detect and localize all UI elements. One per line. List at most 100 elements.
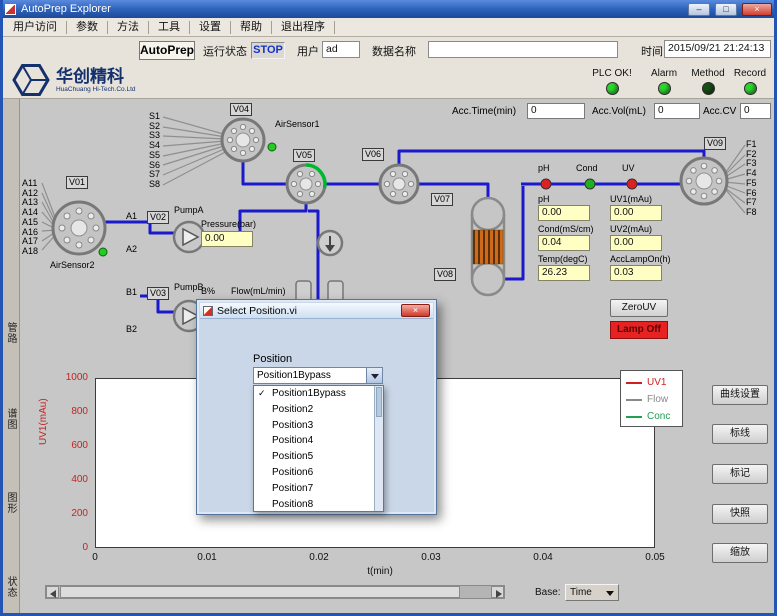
title-bar[interactable]: AutoPrep Explorer – □ × xyxy=(0,0,777,18)
y-tick: 600 xyxy=(52,440,88,451)
x-axis-label: t(min) xyxy=(340,566,420,577)
b-percent-label: B% xyxy=(201,286,215,296)
legend-uv1-label: UV1 xyxy=(647,377,666,388)
lamp-off-button[interactable]: Lamp Off xyxy=(610,321,668,339)
curve-settings-button[interactable]: 曲线设置 xyxy=(712,385,768,405)
method-indicator-label: Method xyxy=(691,68,724,79)
position-dropdown[interactable]: Position1Bypass xyxy=(253,367,383,384)
list-scrollbar-thumb[interactable] xyxy=(376,387,382,417)
mixer-body xyxy=(318,231,342,255)
y-tick: 800 xyxy=(52,406,88,417)
y-tick: 1000 xyxy=(52,372,88,383)
side-tab-chromatogram[interactable]: 谱图 xyxy=(3,408,18,430)
menu-item-method[interactable]: 方法 xyxy=(108,21,149,34)
user-field[interactable]: ad xyxy=(322,41,360,58)
valve-v04-body[interactable] xyxy=(222,119,264,161)
valve-v04-label[interactable]: V04 xyxy=(230,103,252,116)
option-position6[interactable]: Position6 xyxy=(254,465,383,481)
port-list-f: F1 F2 F3 F4 F5 F6 F7 F8 xyxy=(746,140,757,218)
x-tick: 0.04 xyxy=(523,552,563,563)
pump-a-body[interactable] xyxy=(174,222,204,252)
scroll-right-icon[interactable] xyxy=(491,586,504,598)
cond-reading-field: 0.04 xyxy=(538,235,590,251)
ph-marker-label: pH xyxy=(538,163,550,173)
plc-indicator-label: PLC OK! xyxy=(592,68,631,79)
scroll-left-icon[interactable] xyxy=(46,586,59,598)
list-scrollbar[interactable] xyxy=(374,386,383,511)
cond-sensor-dot xyxy=(585,179,595,189)
side-tab-pipeline[interactable]: 管路 xyxy=(3,322,18,344)
base-dropdown[interactable]: Time xyxy=(565,584,619,601)
valve-v09-label[interactable]: V09 xyxy=(704,137,726,150)
option-position3[interactable]: Position3 xyxy=(254,418,383,434)
mark-button[interactable]: 标记 xyxy=(712,464,768,484)
horizontal-scrollbar[interactable] xyxy=(45,585,505,599)
option-position1bypass[interactable]: ✓ Position1Bypass xyxy=(254,386,383,402)
valve-v03-label[interactable]: V03 xyxy=(147,287,169,300)
valve-v09-body[interactable] xyxy=(681,158,727,204)
dialog-title-bar[interactable]: Select Position.vi × xyxy=(200,303,433,319)
option-position7[interactable]: Position7 xyxy=(254,481,383,497)
menu-item-help[interactable]: 帮助 xyxy=(231,21,272,34)
ph-sensor-dot xyxy=(541,179,551,189)
valve-v05-body[interactable] xyxy=(287,165,325,203)
ph-reading-label: pH xyxy=(538,194,550,204)
valve-v05-label[interactable]: V05 xyxy=(293,149,315,162)
brand-name-en: HuaChuang Hi-Tech.Co.Ltd xyxy=(56,86,136,93)
valve-v08-label[interactable]: V08 xyxy=(434,268,456,281)
menu-item-settings[interactable]: 设置 xyxy=(190,21,231,34)
valve-v01-body[interactable] xyxy=(53,202,105,254)
menu-item-exit[interactable]: 退出程序 xyxy=(272,21,335,34)
pressure-field: 0.00 xyxy=(201,231,253,247)
valve-v06-body[interactable] xyxy=(380,165,418,203)
snapshot-button[interactable]: 快照 xyxy=(712,504,768,524)
legend-conc-label: Conc xyxy=(647,411,670,422)
uv2-reading-label: UV2(mAu) xyxy=(610,224,652,234)
dropdown-arrow-icon[interactable] xyxy=(366,368,382,383)
position-dropdown-value: Position1Bypass xyxy=(257,370,331,381)
valve-v01-label[interactable]: V01 xyxy=(66,176,88,189)
menu-item-user-access[interactable]: 用户访问 xyxy=(4,21,67,34)
x-tick: 0 xyxy=(75,552,115,563)
side-tab-status[interactable]: 状态 xyxy=(3,576,18,598)
zoom-button[interactable]: 缩放 xyxy=(712,543,768,563)
side-tab-graph[interactable]: 图形 xyxy=(3,492,18,514)
base-label: Base: xyxy=(535,587,561,598)
menu-item-params[interactable]: 参数 xyxy=(67,21,108,34)
minimize-button[interactable]: – xyxy=(688,3,710,16)
option-position8[interactable]: Position8 xyxy=(254,497,383,513)
temp-reading-label: Temp(degC) xyxy=(538,254,588,264)
window-title: AutoPrep Explorer xyxy=(21,3,683,15)
record-led xyxy=(744,82,757,95)
pump-b-label: PumpB xyxy=(174,282,204,292)
option-label: Position7 xyxy=(272,483,313,494)
data-name-field[interactable] xyxy=(428,41,618,58)
column-body[interactable] xyxy=(472,198,504,295)
option-position5[interactable]: Position5 xyxy=(254,449,383,465)
option-position4[interactable]: Position4 xyxy=(254,433,383,449)
maximize-button[interactable]: □ xyxy=(715,3,737,16)
option-position2[interactable]: Position2 xyxy=(254,402,383,418)
port-list-a: A11 A12 A13 A14 A15 A16 A17 A18 xyxy=(22,179,38,257)
app-name-label: AutoPrep xyxy=(139,41,195,60)
zero-uv-button[interactable]: ZeroUV xyxy=(610,299,668,317)
dialog-close-button[interactable]: × xyxy=(401,304,430,317)
option-label: Position6 xyxy=(272,467,313,478)
valve-v07-label[interactable]: V07 xyxy=(431,193,453,206)
legend-flow-label: Flow xyxy=(647,394,668,405)
line-b1-label: B1 xyxy=(126,287,137,297)
left-tab-strip xyxy=(0,99,20,616)
scrollbar-thumb[interactable] xyxy=(60,586,460,598)
legend-flow-line xyxy=(626,399,642,401)
uv1-reading-label: UV1(mAu) xyxy=(610,194,652,204)
marker-line-button[interactable]: 标线 xyxy=(712,424,768,444)
legend-conc-line xyxy=(626,416,642,418)
valve-v06-label[interactable]: V06 xyxy=(362,148,384,161)
valve-v02-label[interactable]: V02 xyxy=(147,211,169,224)
menu-item-tools[interactable]: 工具 xyxy=(149,21,190,34)
plc-led xyxy=(606,82,619,95)
airsensor1-led xyxy=(268,143,276,151)
close-button[interactable]: × xyxy=(742,3,772,16)
app-icon xyxy=(5,4,16,15)
alarm-led xyxy=(658,82,671,95)
